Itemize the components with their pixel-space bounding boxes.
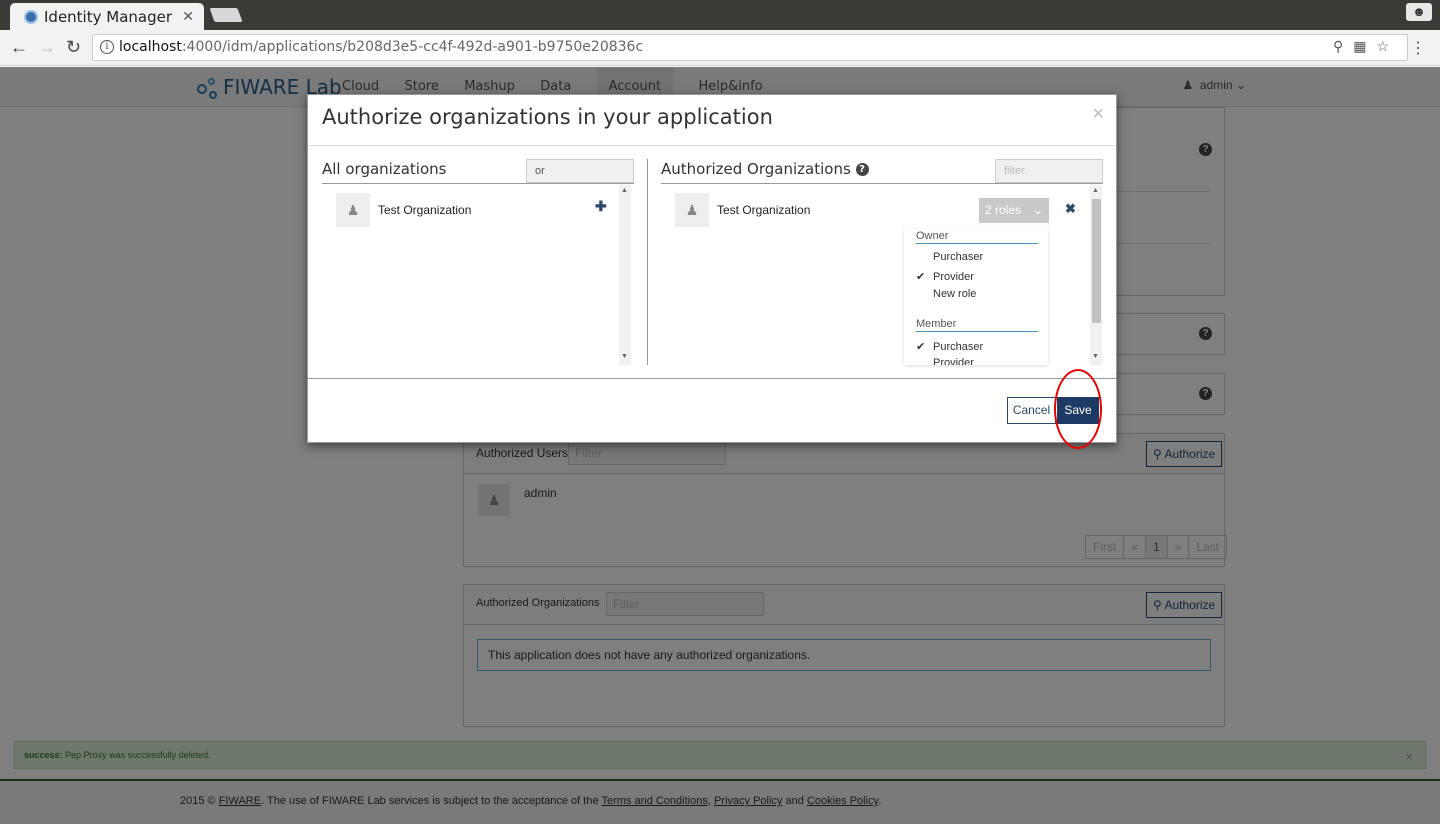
browser-toolbar: ← → ↻ i localhost:4000/idm/applications/… — [0, 30, 1440, 66]
back-icon[interactable]: ← — [10, 36, 28, 58]
translate-icon[interactable]: ▦ — [1353, 38, 1376, 54]
scroll-down-icon[interactable]: ▼ — [1092, 353, 1099, 360]
role-group-member: Member — [916, 318, 1038, 332]
role-group-owner: Owner — [916, 230, 1038, 244]
scroll-thumb[interactable] — [1092, 199, 1101, 323]
remove-org-icon[interactable]: ✖ — [1065, 201, 1076, 217]
check-icon: ✔ — [916, 341, 926, 353]
zoom-icon[interactable]: ⚲ — [1333, 38, 1353, 54]
highlight-circle — [1054, 369, 1102, 449]
forward-icon[interactable]: → — [38, 36, 56, 58]
authorized-orgs-filter-input[interactable]: filter — [995, 159, 1103, 183]
divider — [322, 183, 634, 184]
omnibox-icons: ⚲▦☆ — [1333, 38, 1399, 55]
roles-dropdown-button[interactable]: 2 roles ⌄ — [979, 198, 1049, 223]
divider — [661, 183, 1103, 184]
modal-title: Authorize organizations in your applicat… — [322, 105, 773, 129]
authorize-orgs-modal: Authorize organizations in your applicat… — [307, 94, 1117, 443]
browser-tabbar: Identity Manager ✕ ☻ — [0, 0, 1440, 30]
role-option-member-purchaser[interactable]: ✔ Purchaser — [916, 340, 983, 353]
browser-tab[interactable]: Identity Manager ✕ — [10, 3, 204, 30]
help-icon[interactable]: ? — [855, 163, 869, 176]
url-path: :4000/idm/applications/b208d3e5-cc4f-492… — [181, 39, 644, 55]
role-option-owner-new-role[interactable]: New role — [916, 288, 976, 300]
group-icon: ♟ — [675, 193, 709, 227]
site-info-icon[interactable]: i — [100, 40, 114, 54]
profile-icon[interactable]: ☻ — [1406, 3, 1432, 21]
modal-footer: Cancel Save — [308, 378, 1116, 443]
org-name: Test Organization — [717, 203, 811, 217]
url-host: localhost — [119, 39, 182, 55]
all-orgs-filter-input[interactable]: or — [526, 159, 634, 183]
modal-header: Authorize organizations in your applicat… — [308, 95, 1116, 146]
favicon-icon — [24, 10, 38, 24]
scroll-up-icon[interactable]: ▲ — [1092, 187, 1099, 194]
bookmark-star-icon[interactable]: ☆ — [1376, 38, 1399, 54]
tab-title: Identity Manager — [44, 8, 173, 26]
authorized-orgs-title: Authorized Organizations ? — [661, 160, 869, 178]
new-tab-button[interactable] — [209, 8, 243, 22]
add-org-icon[interactable]: ✚ — [595, 198, 607, 215]
chevron-down-icon: ⌄ — [1032, 203, 1043, 217]
check-icon: ✔ — [916, 271, 926, 283]
tab-close-icon[interactable]: ✕ — [182, 8, 194, 25]
column-divider — [647, 159, 648, 365]
group-icon: ♟ — [336, 193, 370, 227]
roles-dropdown-menu: Owner Purchaser ✔ Provider New role Membe… — [904, 229, 1048, 365]
cancel-button[interactable]: Cancel — [1007, 397, 1056, 424]
role-option-owner-purchaser[interactable]: Purchaser — [916, 251, 983, 263]
scrollbar[interactable]: ▲ ▼ — [619, 185, 631, 365]
role-option-member-provider[interactable]: Provider — [916, 357, 974, 365]
role-option-owner-provider[interactable]: ✔ Provider — [916, 270, 974, 283]
address-bar[interactable]: i localhost:4000/idm/applications/b208d3… — [92, 34, 1408, 61]
browser-menu-icon[interactable]: ⋮ — [1410, 38, 1426, 58]
org-name: Test Organization — [378, 203, 472, 217]
modal-close-icon[interactable]: × — [1092, 103, 1104, 126]
url-text[interactable]: localhost:4000/idm/applications/b208d3e5… — [119, 39, 643, 55]
scroll-up-icon[interactable]: ▲ — [621, 187, 628, 194]
scroll-down-icon[interactable]: ▼ — [621, 353, 628, 360]
all-orgs-title: All organizations — [322, 160, 447, 178]
reload-icon[interactable]: ↻ — [66, 36, 81, 58]
scrollbar[interactable]: ▲ ▼ — [1090, 185, 1102, 365]
all-orgs-list: ♟ Test Organization — [322, 185, 634, 365]
